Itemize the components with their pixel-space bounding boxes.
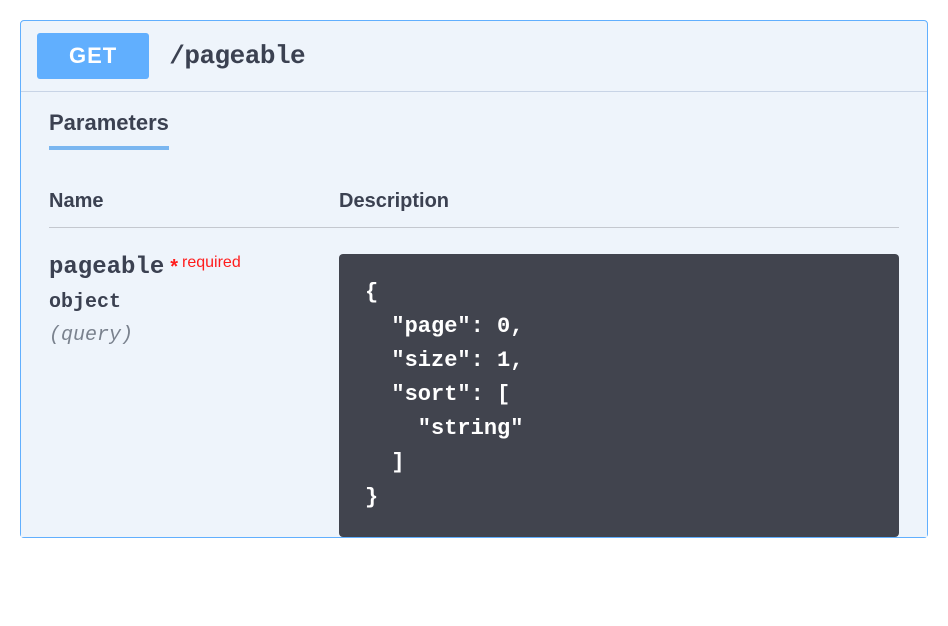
parameter-row: pageable *required object (query) { "page… [49,228,899,537]
parameter-name-cell: pageable *required object (query) [49,254,339,537]
operation-path: /pageable [169,41,305,71]
operation-header[interactable]: GET /pageable [21,21,927,91]
operation-block: GET /pageable Parameters Name Descriptio… [20,20,928,538]
column-header-name: Name [49,190,339,213]
tab-parameters[interactable]: Parameters [49,110,169,150]
parameters-table: Name Description pageable *required objec… [21,150,927,537]
parameters-header-row: Name Description [49,190,899,228]
column-header-description: Description [339,190,899,213]
tabs-row: Parameters [21,92,927,150]
parameter-description-cell: { "page": 0, "size": 1, "sort": [ "strin… [339,254,899,537]
parameter-type: object [49,291,339,314]
required-star-icon: * [170,256,178,278]
operation-body: Parameters Name Description pageable *req… [21,91,927,537]
required-label: required [182,254,241,271]
parameter-name: pageable [49,254,164,281]
parameter-in: (query) [49,324,339,347]
example-value-box[interactable]: { "page": 0, "size": 1, "sort": [ "strin… [339,254,899,537]
http-method-badge: GET [37,33,149,79]
